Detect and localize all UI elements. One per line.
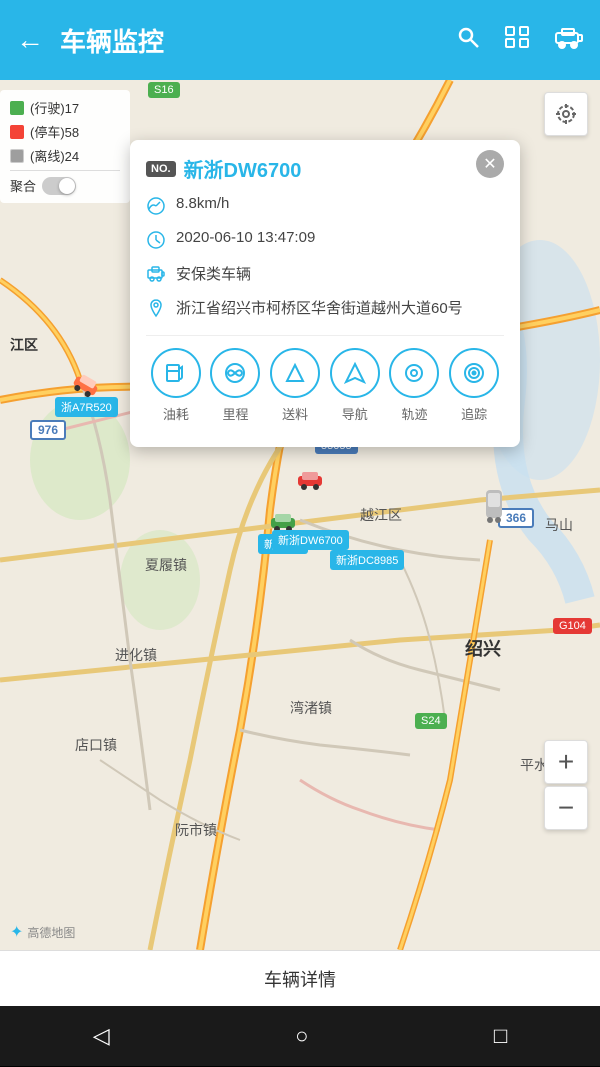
city-shaoxing: 绍兴 xyxy=(465,635,501,661)
vehicle-icon[interactable] xyxy=(554,25,584,55)
vehicle-label-a7r520: 浙A7R520 xyxy=(55,397,118,417)
town-diankou: 店口镇 xyxy=(75,735,117,755)
toggle-track[interactable] xyxy=(42,177,76,195)
trace-icon xyxy=(449,348,499,398)
popup-close-button[interactable]: ✕ xyxy=(476,150,504,178)
town-ruanshi: 阮市镇 xyxy=(175,820,217,840)
datetime-row: 2020-06-10 13:47:09 xyxy=(146,229,504,255)
deliver-action[interactable]: 送料 xyxy=(270,348,320,423)
speed-row: 8.8km/h xyxy=(146,195,504,221)
header-icons xyxy=(456,25,584,55)
offline-label: (离线)24 xyxy=(30,146,79,165)
fuel-label: 油耗 xyxy=(163,404,189,423)
zoom-in-button[interactable]: + xyxy=(544,740,588,784)
vehicle-id: 新浙DW6700 xyxy=(184,154,302,183)
town-mashan: 马山 xyxy=(545,515,573,535)
datetime-value: 2020-06-10 13:47:09 xyxy=(176,229,315,246)
network-icon[interactable] xyxy=(504,25,530,55)
region-jiangqu: 江区 xyxy=(10,335,38,355)
watermark-text: 高德地图 xyxy=(27,924,75,941)
vehicle-orange[interactable]: 浙A7R520 xyxy=(55,375,118,417)
no-badge: NO. xyxy=(146,161,176,177)
offline-dot xyxy=(10,149,24,163)
legend-parking: (停车)58 xyxy=(10,122,120,141)
address-value: 浙江省绍兴市柯桥区华舍街道越州大道60号 xyxy=(176,297,463,318)
parking-label: (停车)58 xyxy=(30,122,79,141)
deliver-label: 送料 xyxy=(282,404,308,423)
track-action[interactable]: 轨迹 xyxy=(389,348,439,423)
road-sign-s16: S16 xyxy=(148,82,180,98)
town-jinhua: 进化镇 xyxy=(115,645,157,665)
road-sign-g104: G104 xyxy=(553,618,592,634)
popup-actions: 油耗 里程 送料 xyxy=(146,348,504,423)
location-icon xyxy=(146,298,166,323)
vehicle-type-value: 安保类车辆 xyxy=(176,263,251,284)
vehicle-label-dc8985: 新浙DC8985 xyxy=(330,548,404,570)
legend-driving: (行驶)17 xyxy=(10,98,120,117)
trace-action[interactable]: 追踪 xyxy=(449,348,499,423)
deliver-icon xyxy=(270,348,320,398)
town-wanzhu: 湾渚镇 xyxy=(290,698,332,718)
mileage-action[interactable]: 里程 xyxy=(210,348,260,423)
navigate-label: 导航 xyxy=(342,404,368,423)
driving-label: (行驶)17 xyxy=(30,98,79,117)
mileage-label: 里程 xyxy=(222,404,248,423)
speed-icon xyxy=(146,196,166,221)
map-legend: (行驶)17 (停车)58 (离线)24 聚合 xyxy=(0,90,130,203)
vehicle-detail-label: 车辆详情 xyxy=(264,966,336,992)
zoom-out-button[interactable]: − xyxy=(544,786,588,830)
nav-home-button[interactable]: ○ xyxy=(295,1023,308,1049)
map-container[interactable]: (行驶)17 (停车)58 (离线)24 聚合 NO. 新浙DW6700 ✕ xyxy=(0,80,600,950)
vehicle-label-dw6700: 新浙DW6700 xyxy=(272,528,349,550)
back-button[interactable]: ← xyxy=(16,24,44,56)
navigate-icon xyxy=(330,348,380,398)
type-row: 安保类车辆 xyxy=(146,263,504,289)
address-row: 浙江省绍兴市柯桥区华舍街道越州大道60号 xyxy=(146,297,504,323)
merge-toggle[interactable]: 聚合 xyxy=(10,176,120,195)
region-yuejiang: 越江区 xyxy=(360,505,402,525)
popup-header: NO. 新浙DW6700 ✕ xyxy=(146,154,504,183)
map-watermark: ✦ 高德地图 xyxy=(10,922,75,942)
track-icon xyxy=(389,348,439,398)
speed-value: 8.8km/h xyxy=(176,195,229,212)
toggle-thumb xyxy=(59,178,75,194)
legend-offline: (离线)24 xyxy=(10,146,120,165)
town-xialv: 夏履镇 xyxy=(145,555,187,575)
mileage-icon xyxy=(210,348,260,398)
fuel-action[interactable]: 油耗 xyxy=(151,348,201,423)
nav-bar: ◁ ○ □ xyxy=(0,1006,600,1066)
road-sign-976: 976 xyxy=(30,420,66,440)
map-controls: + − xyxy=(544,740,588,830)
header: ← 车辆监控 xyxy=(0,0,600,80)
vehicle-detail-button[interactable]: 车辆详情 xyxy=(0,950,600,1006)
nav-recent-button[interactable]: □ xyxy=(494,1023,507,1049)
search-icon[interactable] xyxy=(456,25,480,55)
trace-label: 追踪 xyxy=(461,404,487,423)
vehicle-red-top xyxy=(296,470,324,490)
clock-icon xyxy=(146,230,166,255)
parking-dot xyxy=(10,125,24,139)
merge-label: 聚合 xyxy=(10,176,36,195)
track-label: 轨迹 xyxy=(401,404,427,423)
navigate-action[interactable]: 导航 xyxy=(330,348,380,423)
driving-dot xyxy=(10,101,24,115)
vehicle-silver[interactable] xyxy=(482,488,506,524)
vehicle-type-icon xyxy=(146,264,166,289)
road-sign-s24: S24 xyxy=(415,713,447,729)
location-button[interactable] xyxy=(544,92,588,136)
vehicle-popup: NO. 新浙DW6700 ✕ 8.8km/h 202 xyxy=(130,140,520,447)
nav-back-button[interactable]: ◁ xyxy=(93,1023,110,1049)
fuel-icon xyxy=(151,348,201,398)
page-title: 车辆监控 xyxy=(60,22,456,59)
